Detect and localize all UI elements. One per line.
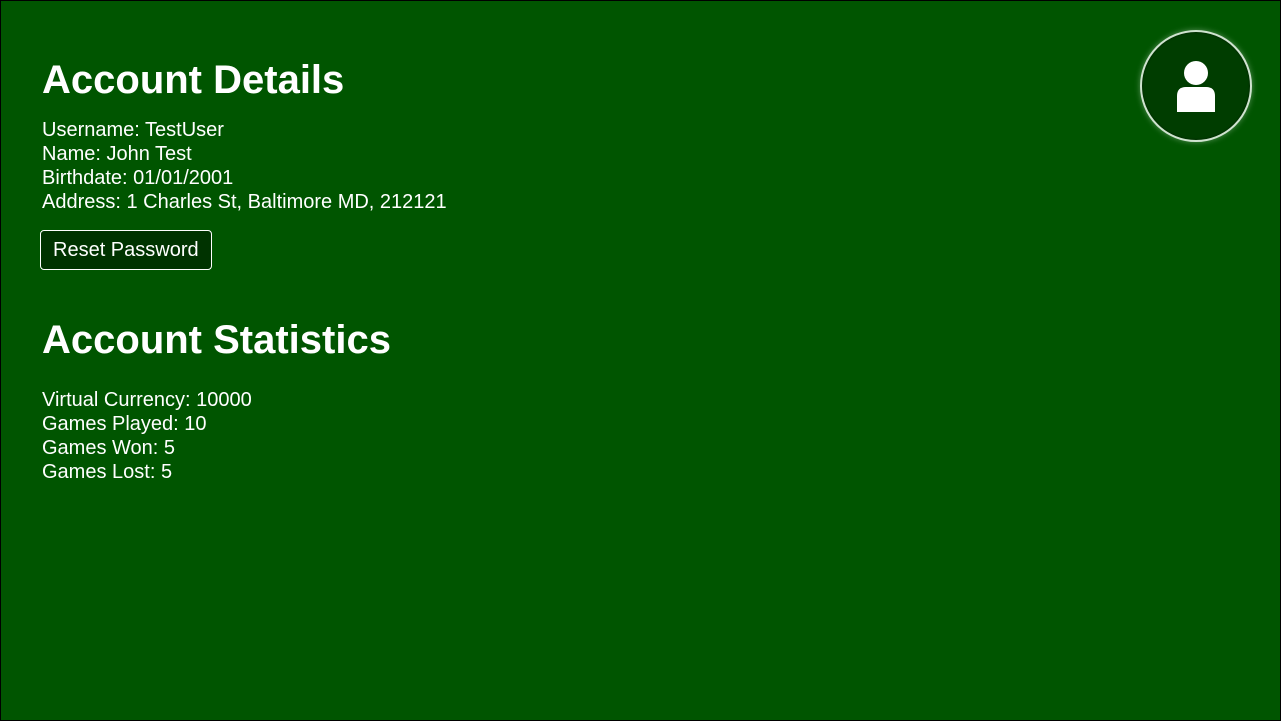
name-label: Name: <box>42 143 101 165</box>
account-statistics-title: Account Statistics <box>42 318 391 362</box>
reset-password-button[interactable]: Reset Password <box>40 230 212 270</box>
virtual-currency-label: Virtual Currency: <box>42 389 191 411</box>
virtual-currency-value: 10000 <box>196 389 252 411</box>
account-page: Account Details Username: TestUser Name:… <box>0 0 1281 721</box>
username-value: TestUser <box>145 119 224 141</box>
username-row: Username: TestUser <box>42 118 447 142</box>
account-details-title: Account Details <box>42 58 345 102</box>
username-label: Username: <box>42 119 140 141</box>
address-label: Address: <box>42 191 121 213</box>
profile-avatar-button[interactable] <box>1140 30 1252 142</box>
account-details-list: Username: TestUser Name: John Test Birth… <box>42 118 447 214</box>
address-row: Address: 1 Charles St, Baltimore MD, 212… <box>42 190 447 214</box>
games-played-label: Games Played: <box>42 413 179 435</box>
user-icon <box>1173 60 1219 112</box>
games-lost-row: Games Lost: 5 <box>42 460 252 484</box>
virtual-currency-row: Virtual Currency: 10000 <box>42 388 252 412</box>
games-played-value: 10 <box>184 413 207 435</box>
name-value: John Test <box>106 143 192 165</box>
games-lost-value: 5 <box>160 461 173 483</box>
birthdate-value: 01/01/2001 <box>133 167 234 189</box>
games-won-label: Games Won: <box>42 437 159 459</box>
birthdate-label: Birthdate: <box>42 167 128 189</box>
birthdate-row: Birthdate: 01/01/2001 <box>42 166 447 190</box>
games-played-row: Games Played: 10 <box>42 412 252 436</box>
name-row: Name: John Test <box>42 142 447 166</box>
address-value: 1 Charles St, Baltimore MD, 212121 <box>126 191 447 213</box>
games-won-value: 5 <box>163 437 176 459</box>
games-lost-label: Games Lost: <box>42 461 156 483</box>
account-statistics-list: Virtual Currency: 10000 Games Played: 10… <box>42 388 252 484</box>
games-won-row: Games Won: 5 <box>42 436 252 460</box>
